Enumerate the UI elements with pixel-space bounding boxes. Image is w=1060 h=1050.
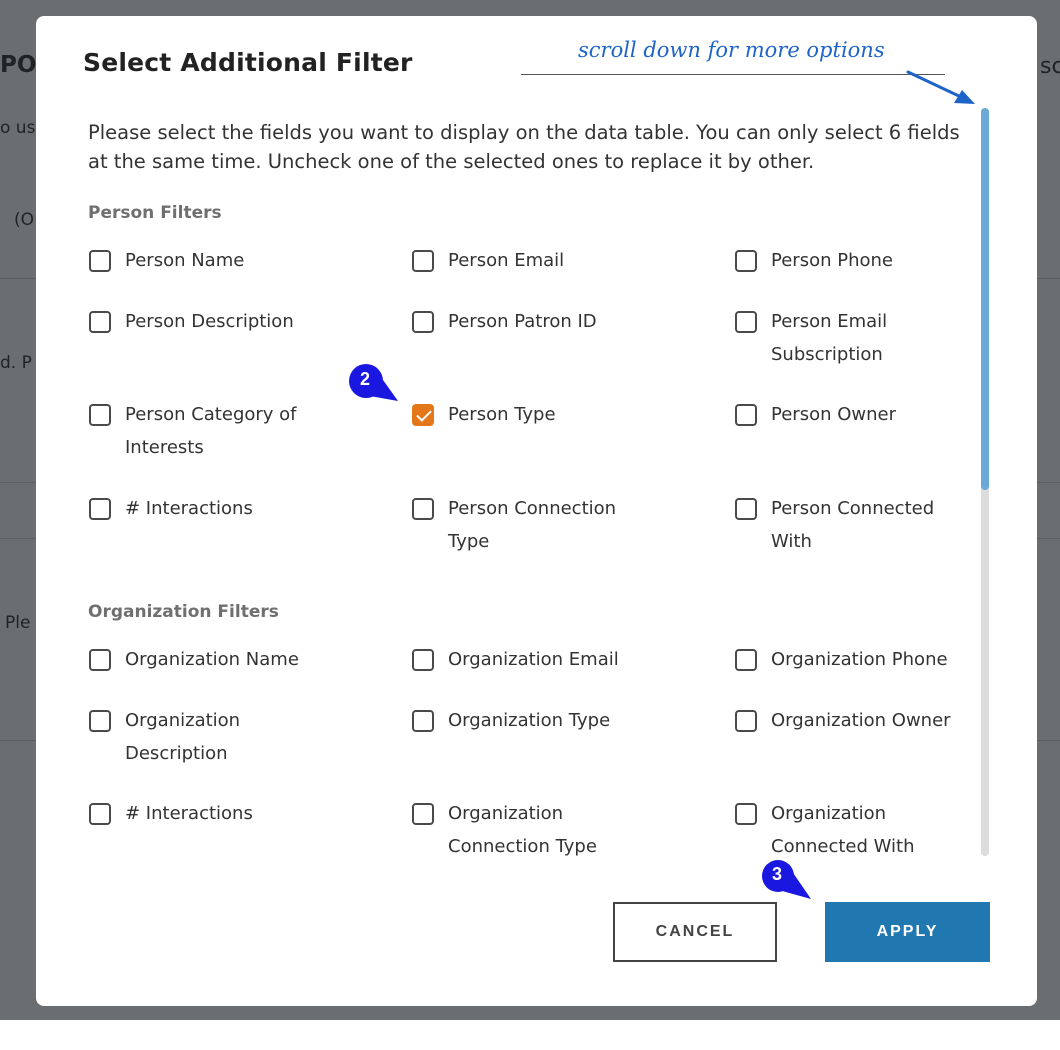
option-organization-description[interactable]: Organization Description	[89, 710, 269, 770]
checkbox[interactable]	[412, 498, 434, 520]
background-text-fragment: sc	[1040, 54, 1060, 79]
option-person-interactions[interactable]: # Interactions	[89, 498, 329, 525]
option-label: Person Category of Interests	[125, 404, 297, 458]
background-text-fragment: (O	[14, 210, 35, 230]
checkbox[interactable]	[735, 649, 757, 671]
checkbox[interactable]	[412, 250, 434, 272]
option-label: Person Email Subscription	[771, 311, 888, 365]
option-person-email-subscription[interactable]: Person Email Subscription	[735, 311, 905, 371]
option-organization-name[interactable]: Organization Name	[89, 649, 339, 676]
option-label: Organization Phone	[771, 649, 948, 670]
option-label: Person Connection Type	[448, 498, 617, 552]
checkbox[interactable]	[89, 498, 111, 520]
option-label: Person Owner	[771, 404, 896, 425]
checkbox[interactable]	[735, 803, 757, 825]
option-label: Organization Connected With	[771, 803, 915, 856]
option-person-owner[interactable]: Person Owner	[735, 404, 965, 431]
filter-dialog: Select Additional Filter scroll down for…	[36, 16, 1037, 1006]
annotation-underline	[521, 74, 945, 75]
checkbox[interactable]	[89, 710, 111, 732]
background-text-fragment: o us	[0, 118, 36, 138]
option-organization-email[interactable]: Organization Email	[412, 649, 662, 676]
option-organization-type[interactable]: Organization Type	[412, 710, 662, 737]
option-label: Organization Email	[448, 649, 619, 670]
option-person-connection-type[interactable]: Person Connection Type	[412, 498, 627, 558]
option-person-category-of-interests[interactable]: Person Category of Interests	[89, 404, 329, 464]
option-label: Organization Type	[448, 710, 611, 731]
step-2-number: 2	[360, 369, 371, 389]
option-organization-phone[interactable]: Organization Phone	[735, 649, 965, 676]
option-label: Organization Name	[125, 649, 299, 670]
option-person-phone[interactable]: Person Phone	[735, 250, 965, 277]
checkbox[interactable]	[412, 710, 434, 732]
organization-filters-heading: Organization Filters	[88, 602, 279, 622]
checkbox[interactable]	[412, 803, 434, 825]
checkbox[interactable]	[89, 250, 111, 272]
scroll-hint-annotation: scroll down for more options	[578, 38, 885, 62]
cancel-button[interactable]: CANCEL	[613, 902, 777, 962]
option-label: Person Description	[125, 311, 294, 332]
option-person-type[interactable]: Person Type	[412, 404, 652, 431]
checkbox[interactable]	[735, 250, 757, 272]
checkbox[interactable]	[412, 649, 434, 671]
background-text-fragment: PO	[0, 52, 37, 78]
dialog-description: Please select the fields you want to dis…	[88, 121, 960, 173]
filter-options-scroll-area[interactable]: Please select the fields you want to dis…	[36, 108, 1037, 856]
scrollbar-track[interactable]	[981, 108, 989, 856]
option-organization-connection-type[interactable]: Organization Connection Type	[412, 803, 612, 856]
dialog-title: Select Additional Filter	[83, 48, 413, 77]
checkbox[interactable]	[412, 311, 434, 333]
step-2-badge-icon	[349, 364, 398, 401]
scrollbar-thumb[interactable]	[981, 108, 989, 490]
option-person-connected-with[interactable]: Person Connected With	[735, 498, 960, 558]
background-text-fragment: d. P	[0, 353, 32, 373]
checkbox[interactable]	[89, 803, 111, 825]
option-label: Organization Connection Type	[448, 803, 597, 856]
checkbox[interactable]	[89, 404, 111, 426]
option-label: Person Phone	[771, 250, 893, 271]
background-text-fragment: Ple	[5, 613, 31, 633]
option-label: Organization Owner	[771, 710, 951, 731]
option-label: Person Name	[125, 250, 245, 271]
option-label: # Interactions	[125, 498, 253, 519]
option-label: # Interactions	[125, 803, 253, 824]
option-label: Person Type	[448, 404, 556, 425]
option-person-email[interactable]: Person Email	[412, 250, 652, 277]
checkbox[interactable]	[89, 311, 111, 333]
option-label: Person Connected With	[771, 498, 935, 552]
option-organization-owner[interactable]: Organization Owner	[735, 710, 965, 737]
option-label: Person Email	[448, 250, 565, 271]
step-3-number: 3	[772, 864, 783, 884]
checkbox[interactable]	[735, 498, 757, 520]
option-person-patron-id[interactable]: Person Patron ID	[412, 311, 652, 338]
option-organization-connected-with[interactable]: Organization Connected With	[735, 803, 945, 856]
option-organization-interactions[interactable]: # Interactions	[89, 803, 329, 830]
person-filters-heading: Person Filters	[88, 203, 222, 223]
option-label: Person Patron ID	[448, 311, 597, 332]
option-person-description[interactable]: Person Description	[89, 311, 329, 338]
apply-button[interactable]: APPLY	[825, 902, 990, 962]
checkbox[interactable]	[735, 404, 757, 426]
checkbox[interactable]	[735, 710, 757, 732]
annotation-arrow-icon	[906, 70, 975, 104]
checkbox[interactable]	[735, 311, 757, 333]
option-person-name[interactable]: Person Name	[89, 250, 329, 277]
checkbox[interactable]	[89, 649, 111, 671]
step-3-badge-icon	[762, 860, 811, 899]
option-label: Organization Description	[125, 710, 241, 764]
checkbox-checked[interactable]	[412, 404, 434, 426]
